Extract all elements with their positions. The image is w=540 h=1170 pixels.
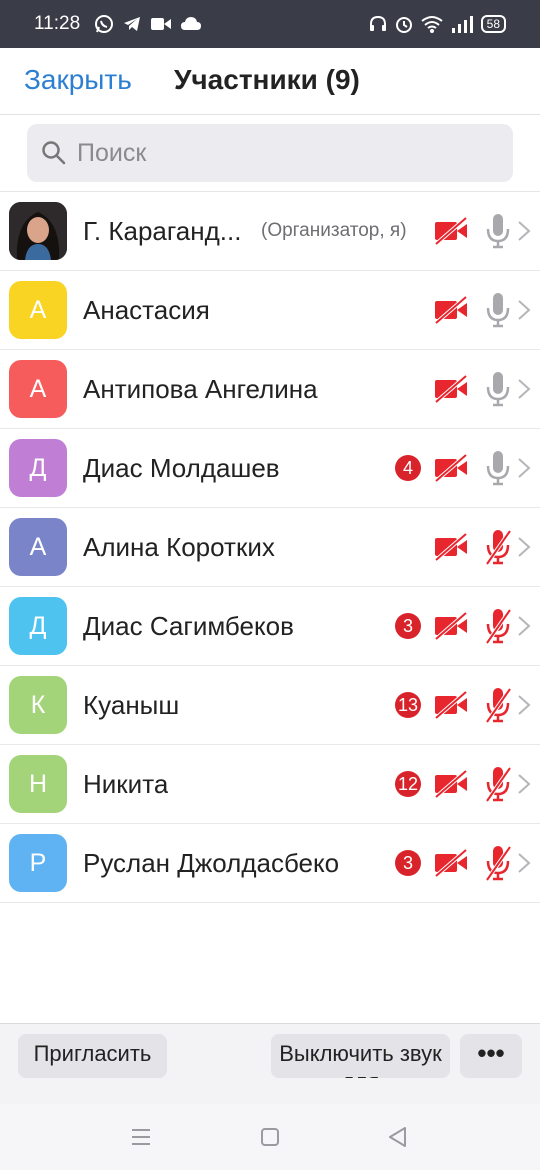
status-bar: 11:28 58: [0, 0, 540, 48]
mic-muted-icon[interactable]: [484, 528, 512, 566]
avatar: А: [9, 360, 67, 418]
chevron-right-icon[interactable]: [517, 615, 531, 637]
avatar: Н: [9, 755, 67, 813]
avatar: А: [9, 281, 67, 339]
telegram-icon: [124, 17, 140, 31]
participant-name: Куаныш: [83, 690, 180, 720]
mic-icon[interactable]: [484, 212, 512, 250]
video-off-icon[interactable]: [433, 769, 469, 799]
search-bar[interactable]: [27, 124, 513, 182]
participant-name: Диас Сагимбеков: [83, 611, 294, 641]
participant-row[interactable]: Р Руслан Джолдасбеко 3: [0, 824, 540, 903]
participant-name: Г. Караганд...: [83, 216, 242, 246]
system-nav-bar: [0, 1104, 540, 1170]
alarm-icon: [395, 17, 412, 33]
participant-row[interactable]: Г. Караганд... (Организатор, я): [0, 192, 540, 271]
back-triangle-icon[interactable]: [387, 1126, 409, 1148]
avatar: Д: [9, 597, 67, 655]
avatar: Р: [9, 834, 67, 892]
participant-name: Алина Коротких: [83, 532, 275, 562]
unread-badge: 13: [395, 692, 421, 718]
battery-icon: 58: [480, 15, 506, 33]
video-icon: [151, 18, 171, 30]
search-input[interactable]: [77, 124, 497, 182]
mic-muted-icon[interactable]: [484, 765, 512, 803]
status-time: 11:28: [34, 13, 81, 34]
chevron-right-icon[interactable]: [517, 773, 531, 795]
video-off-icon[interactable]: [433, 848, 469, 878]
mic-icon[interactable]: [484, 449, 512, 487]
participant-role: (Организатор, я): [261, 220, 407, 241]
mic-muted-icon[interactable]: [484, 607, 512, 645]
participant-name: Руслан Джолдасбеко: [83, 848, 340, 878]
participant-row[interactable]: Н Никита 12: [0, 745, 540, 824]
chevron-right-icon[interactable]: [517, 220, 531, 242]
participant-name: Никита: [83, 769, 169, 799]
chevron-right-icon[interactable]: [517, 694, 531, 716]
avatar: Д: [9, 439, 67, 497]
avatar: А: [9, 518, 67, 576]
video-off-icon[interactable]: [433, 532, 469, 562]
mic-icon[interactable]: [484, 291, 512, 329]
participant-row[interactable]: А Анастасия: [0, 271, 540, 350]
bottom-toolbar: Пригласить Выключить звук для •••: [0, 1023, 540, 1104]
whatsapp-icon: [95, 15, 113, 33]
video-off-icon[interactable]: [433, 295, 469, 325]
participant-row[interactable]: Д Диас Молдашев 4: [0, 429, 540, 508]
avatar-photo: [9, 202, 67, 260]
video-off-icon[interactable]: [433, 453, 469, 483]
headphones-icon: [369, 15, 386, 31]
participant-row[interactable]: К Куаныш 13: [0, 666, 540, 745]
more-button[interactable]: •••: [460, 1034, 522, 1078]
chevron-right-icon[interactable]: [517, 457, 531, 479]
system-icons: 58: [369, 14, 506, 34]
mic-muted-icon[interactable]: [484, 844, 512, 882]
unread-badge: 3: [395, 613, 421, 639]
mic-icon[interactable]: [484, 370, 512, 408]
close-button[interactable]: Закрыть: [24, 64, 132, 96]
participant-name: Диас Молдашев: [83, 453, 280, 483]
video-off-icon[interactable]: [433, 216, 469, 246]
chevron-right-icon[interactable]: [517, 378, 531, 400]
participant-row[interactable]: А Антипова Ангелина: [0, 350, 540, 429]
unread-badge: 4: [395, 455, 421, 481]
wifi-icon: [421, 16, 443, 33]
page-title: Участники (9): [174, 64, 360, 95]
unread-badge: 3: [395, 850, 421, 876]
participant-list: Г. Караганд... (Организатор, я) А Анастасия…: [0, 192, 540, 903]
participants-screen: 11:28 58 Закрыть Участники (9) Г. Карага…: [0, 0, 540, 1170]
video-off-icon[interactable]: [433, 611, 469, 641]
unread-badge: 12: [395, 771, 421, 797]
video-off-icon[interactable]: [433, 690, 469, 720]
search-icon: [42, 141, 66, 165]
video-off-icon[interactable]: [433, 374, 469, 404]
home-square-icon[interactable]: [260, 1128, 280, 1146]
mute-all-button[interactable]: Выключить звук для: [271, 1034, 450, 1078]
signal-icon: [451, 16, 473, 33]
cloud-icon: [181, 17, 201, 30]
chevron-right-icon[interactable]: [517, 852, 531, 874]
menu-icon[interactable]: [131, 1128, 151, 1146]
notification-icons: [94, 14, 202, 34]
chevron-right-icon[interactable]: [517, 299, 531, 321]
participant-row[interactable]: А Алина Коротких: [0, 508, 540, 587]
chevron-right-icon[interactable]: [517, 536, 531, 558]
invite-button[interactable]: Пригласить: [18, 1034, 167, 1078]
participant-name: Антипова Ангелина: [83, 374, 318, 404]
participant-name: Анастасия: [83, 295, 210, 325]
avatar: К: [9, 676, 67, 734]
header: Закрыть Участники (9): [0, 48, 540, 115]
mic-muted-icon[interactable]: [484, 686, 512, 724]
participant-row[interactable]: Д Диас Сагимбеков 3: [0, 587, 540, 666]
